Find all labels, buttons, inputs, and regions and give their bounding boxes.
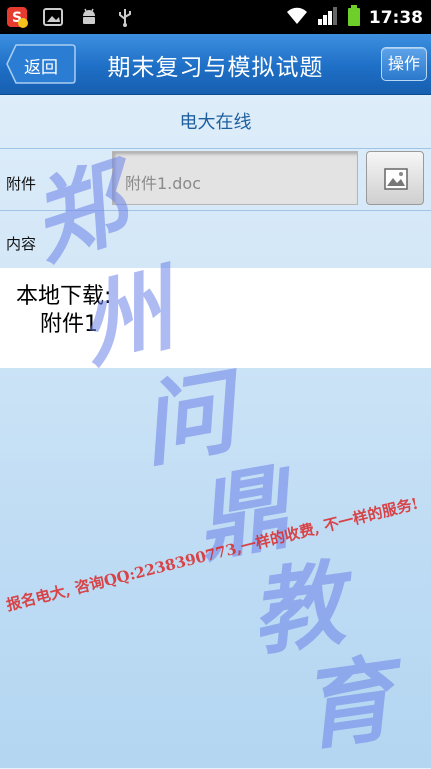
status-bar-notifications: S (6, 6, 136, 28)
sogou-icon: S (6, 6, 28, 28)
status-bar-system: 17:38 (285, 5, 423, 31)
status-clock: 17:38 (368, 8, 423, 28)
page-title: 期末复习与模拟试题 (107, 55, 324, 81)
content-label: 内容 (6, 235, 37, 253)
title-bar: 返回 期末复习与模拟试题 操作 (0, 34, 431, 95)
status-bar: S 17:38 (0, 0, 431, 34)
watermark-char: 鼎 (187, 452, 297, 576)
divider (0, 148, 431, 149)
picture-icon (384, 168, 408, 190)
attachment-link[interactable]: 附件1 (40, 306, 98, 338)
android-icon (78, 6, 100, 28)
attachment-label: 附件 (6, 175, 37, 193)
signal-icon (317, 6, 339, 30)
content-area: 本地下载: 附件1 (0, 268, 431, 368)
attachment-field[interactable]: 附件1.doc (112, 151, 358, 205)
usb-icon (114, 6, 136, 28)
image-icon (42, 6, 64, 28)
divider (0, 210, 431, 211)
watermark-char: 育 (293, 644, 401, 764)
image-button[interactable] (366, 151, 424, 205)
battery-icon (347, 5, 361, 31)
action-button[interactable]: 操作 (381, 47, 427, 81)
wifi-icon (285, 6, 309, 30)
section-title: 电大在线 (179, 112, 252, 133)
watermark-text: 报名电大, 咨询QQ:2238390773,一样的收费, 不一样的服务! (4, 494, 421, 615)
watermark-char: 教 (243, 549, 351, 669)
